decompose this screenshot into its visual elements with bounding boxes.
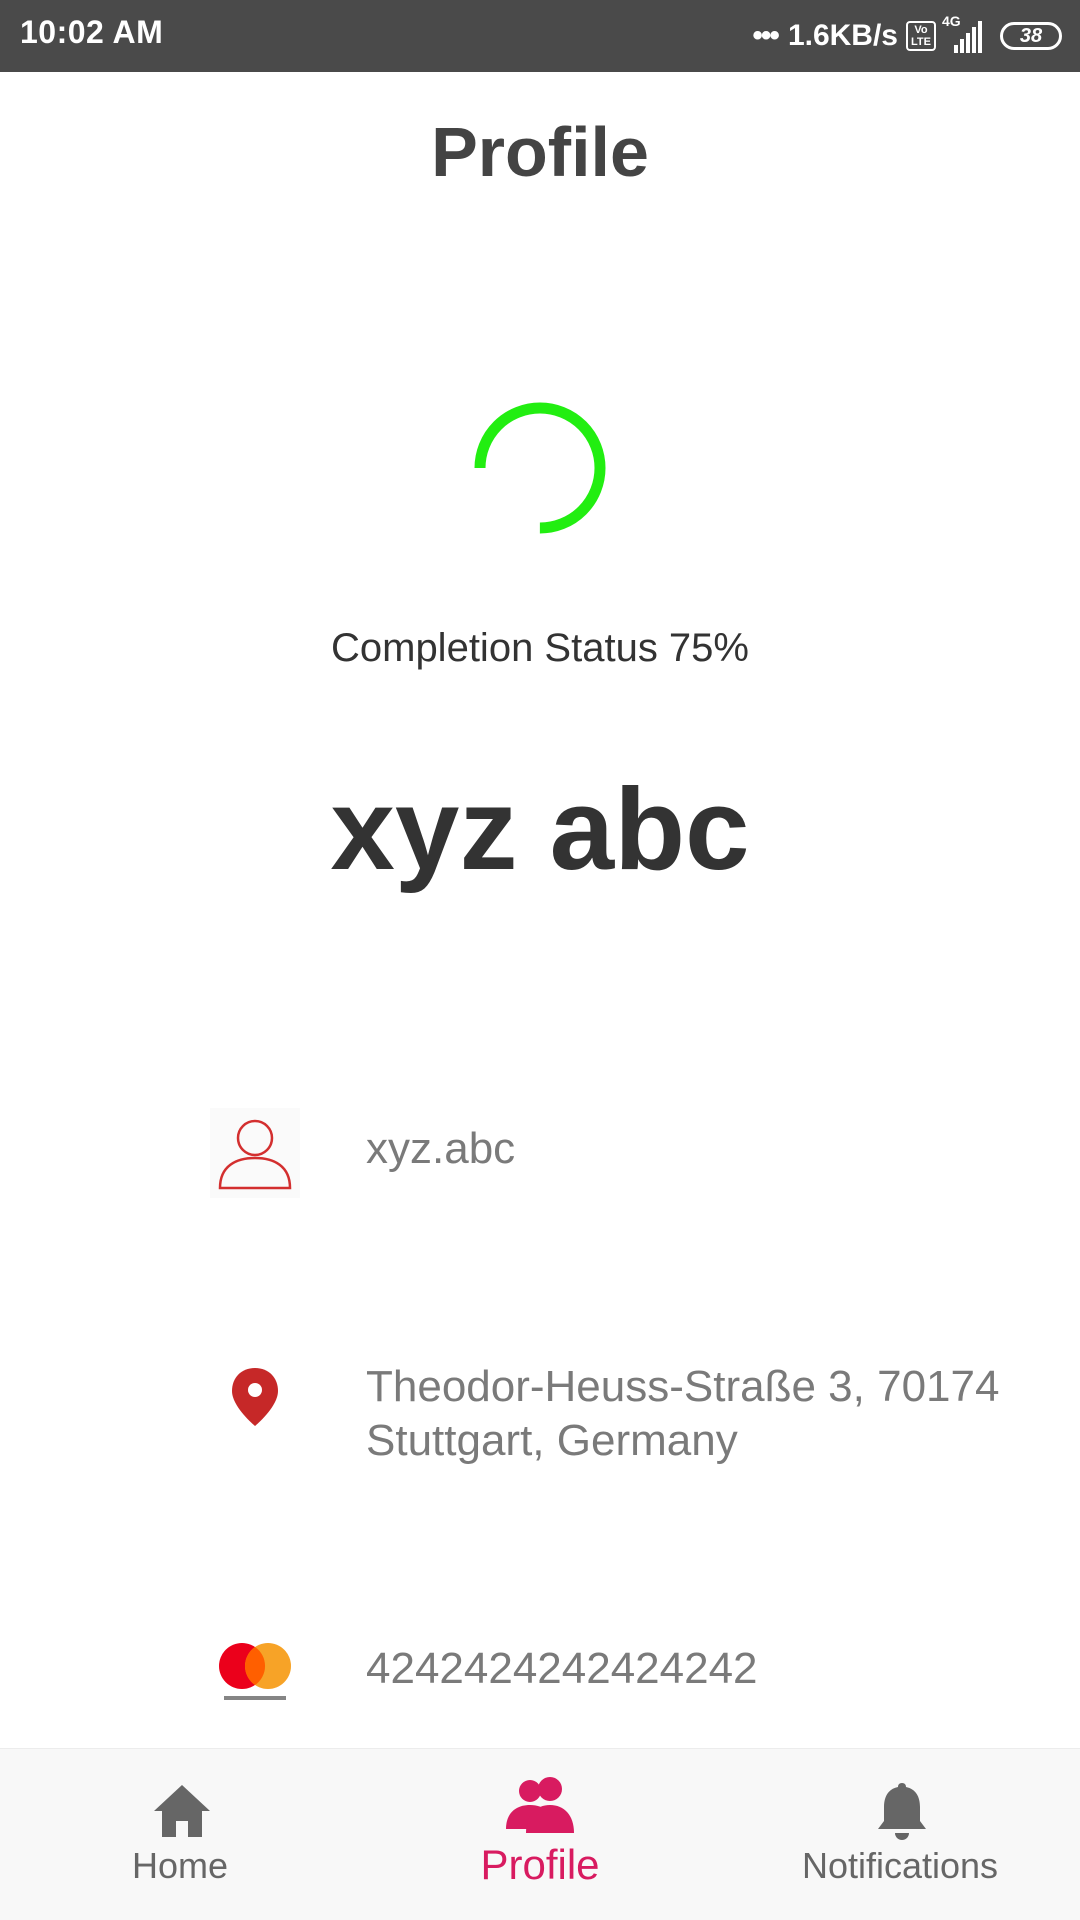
status-indicators: ••• 1.6KB/s Vo LTE 4G 38 — [752, 12, 1062, 60]
completion-progress-ring — [474, 402, 606, 534]
people-icon — [506, 1777, 574, 1833]
battery-level: 38 — [1019, 24, 1043, 47]
user-full-name: xyz abc — [330, 764, 750, 894]
username-value: xyz.abc — [366, 1124, 516, 1173]
nav-profile[interactable]: Profile — [440, 1749, 640, 1920]
card-number-value: 4242424242424242 — [366, 1644, 758, 1693]
volte-top-label: Vo — [914, 24, 928, 36]
bell-icon — [878, 1783, 926, 1840]
network-speed: 1.6KB/s — [787, 19, 898, 52]
address-row: Theodor-Heuss-Straße 3, 70174 Stuttgart,… — [0, 1356, 1080, 1476]
status-time: 10:02 AM — [20, 14, 164, 50]
nav-home-label: Home — [131, 1845, 229, 1886]
bottom-navigation: Home Profile Notifications — [0, 1748, 1080, 1920]
profile-screen: 10:02 AM ••• 1.6KB/s Vo LTE 4G 38 Profil… — [0, 0, 1080, 1920]
nav-profile-label: Profile — [480, 1841, 600, 1888]
network-type: 4G — [942, 13, 961, 29]
card-row: 4242424242424242 — [0, 1628, 1080, 1718]
volte-icon: Vo LTE — [906, 21, 936, 51]
address-value: Theodor-Heuss-Straße 3, 70174 Stuttgart,… — [366, 1362, 1000, 1465]
page-title: Profile — [431, 113, 649, 191]
location-pin-icon — [232, 1368, 278, 1426]
progress-arc — [474, 402, 606, 534]
username-row: xyz.abc — [0, 1108, 1080, 1198]
battery-icon: 38 — [1000, 22, 1062, 50]
person-outline-icon — [210, 1108, 300, 1198]
status-bar: 10:02 AM ••• 1.6KB/s Vo LTE 4G 38 — [0, 0, 1080, 72]
notification-dots: ••• — [752, 19, 779, 52]
home-icon — [154, 1785, 210, 1837]
mastercard-icon — [219, 1643, 291, 1700]
volte-bottom-label: LTE — [911, 36, 931, 48]
signal-icon: 4G — [942, 13, 982, 53]
completion-status-label: Completion Status 75% — [330, 626, 749, 670]
nav-home[interactable]: Home — [80, 1749, 280, 1920]
nav-notifications[interactable]: Notifications — [780, 1749, 1020, 1920]
nav-notifications-label: Notifications — [801, 1845, 999, 1886]
